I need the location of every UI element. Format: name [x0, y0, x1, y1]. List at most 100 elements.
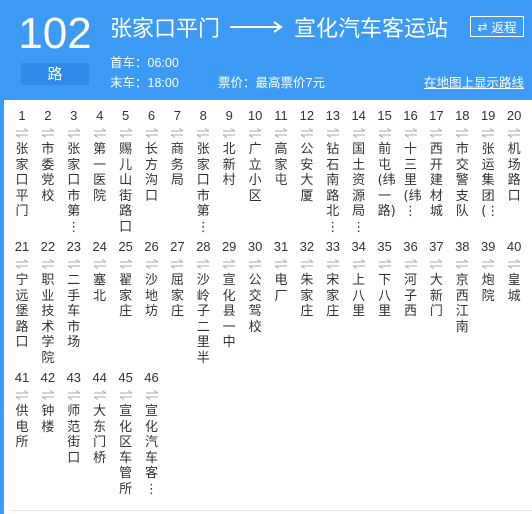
station-name: 十三里(纬⋮ [403, 142, 422, 220]
station-item[interactable]: 13 钻石南路北⋮ [320, 108, 346, 236]
bidirectional-arrow-icon [294, 128, 320, 140]
station-number: 11 [274, 108, 288, 123]
station-item[interactable]: 34 上八里 [346, 239, 372, 320]
station-number: 9 [225, 108, 233, 123]
station-item[interactable]: 2 市委党校 [35, 108, 61, 204]
station-number: 15 [377, 108, 392, 123]
bidirectional-arrow-icon [372, 259, 398, 271]
station-name: 宁远堡路口 [15, 273, 29, 351]
bidirectional-arrow-icon [9, 390, 35, 402]
station-item[interactable]: 15 前屯(纬一路) [372, 108, 398, 220]
station-item[interactable]: 21 宁远堡路口 [9, 239, 35, 351]
station-number: 34 [351, 239, 366, 254]
station-number: 41 [14, 370, 30, 385]
station-item[interactable]: 23 二手车市场 [61, 239, 87, 351]
station-name: 钻石南路北⋮ [326, 142, 340, 235]
station-name: 钟楼 [41, 404, 55, 435]
station-number: 27 [170, 239, 185, 254]
station-name: 翟家庄 [119, 273, 133, 320]
station-item[interactable]: 35 下八里 [372, 239, 398, 320]
station-item[interactable]: 9 北新村 [216, 108, 242, 189]
station-number: 42 [40, 370, 56, 385]
station-number: 26 [144, 239, 159, 254]
station-item[interactable]: 40 皇城 [501, 239, 527, 304]
bidirectional-arrow-icon [164, 259, 190, 271]
show-on-map-link[interactable]: 在地图上显示路线 [424, 72, 524, 91]
station-item[interactable]: 8 张家口市第⋮ [190, 108, 216, 236]
first-bus-time: 首车：06:00 [110, 56, 179, 70]
station-item[interactable]: 4 第一医院 [87, 108, 113, 204]
station-item[interactable]: 16 十三里(纬⋮ [398, 108, 424, 220]
route-destination: 宣化汽车客运站 [294, 17, 449, 42]
station-item[interactable]: 17 西开建材城 [423, 108, 449, 220]
station-item[interactable]: 18 市交警支队 [449, 108, 475, 220]
station-item[interactable]: 1 张家口平门 [9, 108, 35, 220]
bidirectional-arrow-icon [320, 128, 346, 140]
return-trip-button[interactable]: ⇄ 返程 [470, 16, 524, 37]
station-number: 14 [351, 108, 366, 123]
station-number: 10 [247, 108, 263, 123]
station-item[interactable]: 10 广立小区 [242, 108, 268, 204]
station-name: 长方沟口 [144, 142, 158, 204]
station-item[interactable]: 29 宣化县一中 [216, 239, 242, 351]
station-number: 21 [14, 239, 30, 254]
station-item[interactable]: 32 朱家庄 [294, 239, 320, 320]
station-item[interactable]: 22 职业技术学院 [35, 239, 61, 367]
station-item[interactable]: 45 宣化区车管所 [113, 370, 139, 498]
bidirectional-arrow-icon [449, 259, 475, 271]
bidirectional-arrow-icon [449, 128, 475, 140]
station-number: 37 [429, 239, 444, 254]
station-item[interactable]: 43 师范街口 [61, 370, 87, 466]
swap-icon: ⇄ [477, 19, 488, 34]
station-name: 市交警支队 [455, 142, 469, 220]
station-number: 16 [403, 108, 418, 123]
station-item[interactable]: 44 大东门桥 [87, 370, 113, 466]
station-name: 公安大厦 [300, 142, 314, 204]
route-title: 张家口平门 宣化汽车客运站 [110, 12, 448, 42]
station-item[interactable]: 20 机场路口 [501, 108, 527, 204]
station-item[interactable]: 6 长方沟口 [139, 108, 165, 204]
station-item[interactable]: 26 沙地坊 [139, 239, 165, 320]
station-item[interactable]: 41 供电所 [9, 370, 35, 451]
bidirectional-arrow-icon [113, 128, 139, 140]
station-item[interactable]: 14 国土资源局⋮ [346, 108, 372, 236]
station-item[interactable]: 27 屈家庄 [164, 239, 190, 320]
station-item[interactable]: 37 大新门 [423, 239, 449, 320]
station-name: 高家屯 [274, 142, 288, 189]
station-name: 职业技术学院 [41, 273, 55, 366]
station-item[interactable]: 7 商务局 [164, 108, 190, 189]
station-number: 6 [147, 108, 156, 123]
bidirectional-arrow-icon [87, 390, 113, 402]
station-number: 19 [480, 108, 496, 123]
station-item[interactable]: 46 宣化汽车客⋮ [139, 370, 165, 498]
station-item[interactable]: 42 钟楼 [35, 370, 61, 435]
station-item[interactable]: 30 公交驾校 [242, 239, 268, 335]
station-number: 40 [506, 239, 522, 254]
station-item[interactable]: 38 京西江南 [449, 239, 475, 335]
station-item[interactable]: 24 塞北 [87, 239, 113, 304]
station-number: 46 [144, 370, 159, 385]
station-item[interactable]: 25 翟家庄 [113, 239, 139, 320]
station-item[interactable]: 36 河子西 [398, 239, 424, 320]
station-item[interactable]: 39 炮院 [475, 239, 501, 304]
station-item[interactable]: 19 张运集团(⋮ [475, 108, 501, 220]
station-item[interactable]: 31 电厂 [268, 239, 294, 304]
station-name: 国土资源局⋮ [352, 142, 366, 235]
bidirectional-arrow-icon [113, 390, 139, 402]
station-number: 36 [403, 239, 418, 254]
station-item[interactable]: 28 沙岭子二里半 [190, 239, 216, 367]
station-item[interactable]: 3 张家口市第⋮ [61, 108, 87, 236]
station-item[interactable]: 12 公安大厦 [294, 108, 320, 204]
station-name: 炮院 [481, 273, 495, 304]
station-name: 大新门 [429, 273, 443, 320]
bidirectional-arrow-icon [268, 259, 294, 271]
station-name: 皇城 [507, 273, 521, 304]
station-item[interactable]: 33 宋家庄 [320, 239, 346, 320]
station-item[interactable]: 5 赐儿山街路口 [113, 108, 139, 236]
bidirectional-arrow-icon [423, 259, 449, 271]
station-item[interactable]: 11 高家屯 [268, 108, 294, 189]
station-number: 24 [92, 239, 107, 254]
route-origin: 张家口平门 [110, 17, 221, 42]
station-number: 5 [121, 108, 130, 123]
station-name: 张家口市第⋮ [67, 142, 81, 235]
